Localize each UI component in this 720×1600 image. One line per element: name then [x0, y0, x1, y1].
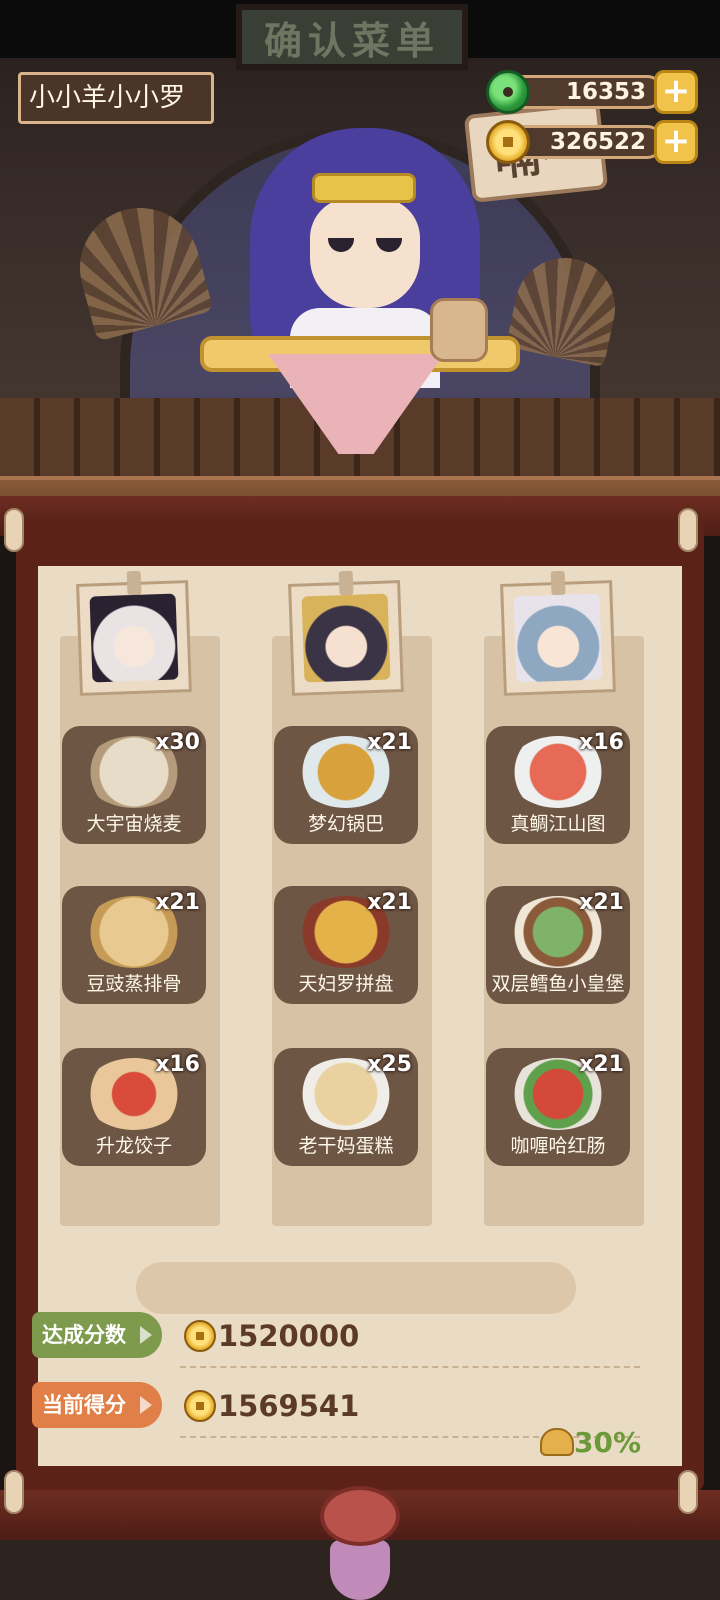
- dish-name: 老干妈蛋糕: [298, 1135, 394, 1157]
- scroll-knob: [4, 1470, 24, 1514]
- dish-card[interactable]: x30 大宇宙烧麦: [62, 726, 206, 844]
- coin-currency: 326522 +: [486, 120, 698, 164]
- customer-portrait[interactable]: [76, 570, 192, 696]
- dish-count: x21: [579, 1052, 624, 1077]
- dish-card[interactable]: x21 天妇罗拼盘: [274, 886, 418, 1004]
- hint-bar: [136, 1262, 576, 1314]
- bowl-stack-icon: [430, 298, 488, 362]
- dish-name: 梦幻锅巴: [307, 813, 384, 835]
- dish-count: x21: [155, 890, 200, 915]
- pin-icon: [126, 570, 142, 596]
- add-jade-button[interactable]: +: [654, 70, 698, 114]
- coin-icon: [184, 1390, 216, 1422]
- eye: [376, 238, 402, 252]
- scroll-knob: [678, 1470, 698, 1514]
- target-score-tag: 达成分数: [32, 1312, 162, 1358]
- confirm-menu-sign: 确认菜单: [236, 4, 468, 70]
- coin-icon: [184, 1320, 216, 1352]
- dish-count: x21: [579, 890, 624, 915]
- pin-icon: [550, 570, 566, 596]
- tassel-icon: [330, 1540, 390, 1600]
- dish-card[interactable]: x21 豆豉蒸排骨: [62, 886, 206, 1004]
- dish-name: 豆豉蒸排骨: [86, 973, 182, 995]
- dish-card[interactable]: x21 咖喱哈红肠: [486, 1048, 630, 1166]
- customer-portrait[interactable]: [288, 570, 404, 696]
- pin-icon: [338, 570, 354, 596]
- target-score-value: 1520000: [218, 1319, 360, 1353]
- dish-count: x16: [579, 730, 624, 755]
- portrait-image: [513, 593, 603, 683]
- dish-card[interactable]: x21 双层鳕鱼小皇堡: [486, 886, 630, 1004]
- add-coin-button[interactable]: +: [654, 120, 698, 164]
- dish-count: x25: [367, 1052, 412, 1077]
- dish-card[interactable]: x16 真鲷江山图: [486, 726, 630, 844]
- chinese-knot-icon[interactable]: [320, 1486, 400, 1546]
- portrait-image: [301, 593, 391, 683]
- character-face: [310, 198, 420, 308]
- dish-card[interactable]: x25 老干妈蛋糕: [274, 1048, 418, 1166]
- dish-card[interactable]: x21 梦幻锅巴: [274, 726, 418, 844]
- scroll-knob: [678, 508, 698, 552]
- portrait-image: [89, 593, 179, 683]
- scroll-knob: [4, 508, 24, 552]
- dish-name: 升龙饺子: [95, 1135, 172, 1157]
- dish-name: 双层鳕鱼小皇堡: [491, 973, 625, 995]
- jade-amount: 16353: [565, 79, 646, 105]
- dish-name: 大宇宙烧麦: [86, 813, 182, 835]
- coin-icon: [486, 120, 530, 164]
- current-score-label: 当前得分: [42, 1393, 126, 1417]
- current-score-value: 1569541: [218, 1389, 360, 1423]
- target-score-label: 达成分数: [42, 1323, 126, 1347]
- player-name[interactable]: 小小羊小小罗: [18, 72, 214, 124]
- current-score-tag: 当前得分: [32, 1382, 162, 1428]
- target-score-row: 达成分数 1520000: [32, 1312, 652, 1368]
- crown-icon: [312, 173, 416, 203]
- jade-currency: 16353 +: [486, 70, 698, 114]
- dish-name: 真鲷江山图: [510, 813, 606, 835]
- dish-count: x16: [155, 1052, 200, 1077]
- dish-count: x21: [367, 890, 412, 915]
- jade-icon: [486, 70, 530, 114]
- bonus-percent: 30%: [574, 1426, 642, 1459]
- arrow-icon: [140, 1396, 152, 1414]
- dish-name: 咖喱哈红肠: [510, 1135, 606, 1157]
- dish-card[interactable]: x16 升龙饺子: [62, 1048, 206, 1166]
- eye: [328, 238, 354, 252]
- divider: [180, 1366, 640, 1368]
- coin-amount: 326522: [549, 129, 646, 155]
- bun-bonus-icon: [540, 1428, 574, 1456]
- dish-count: x21: [367, 730, 412, 755]
- dish-name: 天妇罗拼盘: [298, 973, 394, 995]
- dish-count: x30: [155, 730, 200, 755]
- arrow-icon: [140, 1326, 152, 1344]
- customer-portrait[interactable]: [500, 570, 616, 696]
